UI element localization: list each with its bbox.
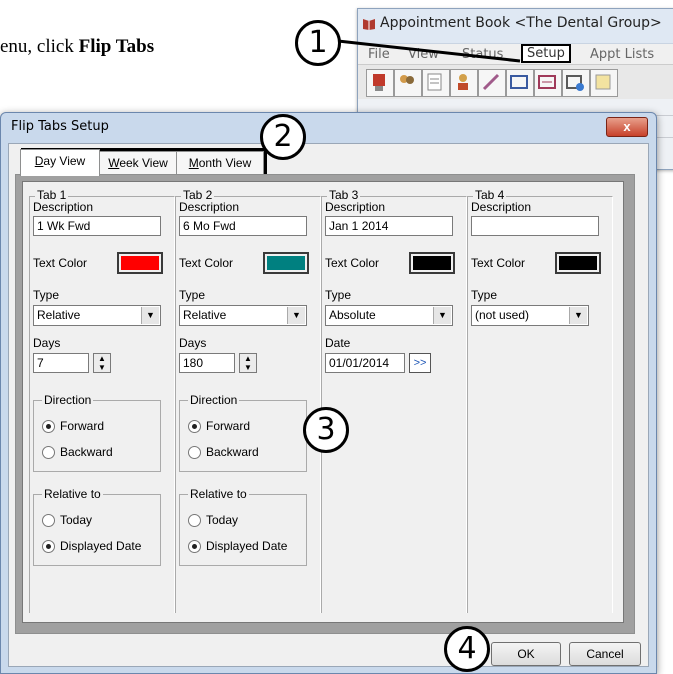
description-label: Description	[179, 200, 240, 214]
text-color-label: Text Color	[325, 256, 380, 270]
tab-1-displayed-date-radio[interactable]: Displayed Date	[42, 539, 141, 553]
callout-4: 4	[444, 626, 490, 672]
type-label: Type	[33, 288, 60, 302]
text-color-label: Text Color	[33, 256, 88, 270]
tab-1-text-color-swatch[interactable]	[117, 252, 163, 274]
flip-tabs-setup-dialog: Flip Tabs Setup x Day View Week View Mon…	[0, 112, 657, 674]
tab-3-text-color-swatch[interactable]	[409, 252, 455, 274]
text-color-label: Text Color	[179, 256, 234, 270]
app-title: Appointment Book <The Dental Group>	[380, 15, 662, 31]
type-label: Type	[325, 288, 352, 302]
direction-group: Direction Forward Backward	[33, 393, 161, 472]
direction-legend: Direction	[42, 393, 94, 407]
direction-legend: Direction	[188, 393, 240, 407]
tab-3-date-input[interactable]: 01/01/2014	[325, 353, 405, 373]
days-label: Days	[179, 336, 207, 350]
type-label: Type	[471, 288, 498, 302]
tab-3-description-input[interactable]: Jan 1 2014	[325, 216, 453, 236]
tab-1-description-input[interactable]: 1 Wk Fwd	[33, 216, 161, 236]
book-icon	[363, 19, 375, 30]
tab-3-column: Tab 3 Description Jan 1 2014 Text Color …	[321, 188, 467, 614]
tab-1-backward-radio[interactable]: Backward	[42, 445, 113, 459]
date-label: Date	[325, 336, 351, 350]
chevron-down-icon: ▼	[569, 307, 587, 324]
refresh-icon[interactable]	[562, 69, 590, 97]
callout-1-connector	[337, 39, 521, 63]
tab-1-days-input[interactable]: 7	[33, 353, 89, 373]
callout-1: 1	[295, 20, 341, 66]
description-label: Description	[325, 200, 386, 214]
date-picker-button[interactable]: >>	[409, 353, 431, 373]
tab-2-forward-radio[interactable]: Forward	[188, 419, 250, 433]
tab-3-type-select[interactable]: Absolute ▼	[325, 305, 453, 326]
tab-1-days-spinner[interactable]: ▲ ▼	[93, 353, 111, 373]
tab-2-days-spinner[interactable]: ▲ ▼	[239, 353, 257, 373]
direction-group: Direction Forward Backward	[179, 393, 307, 472]
tab-2-displayed-date-radio[interactable]: Displayed Date	[188, 539, 287, 553]
tab-4-text-color-swatch[interactable]	[555, 252, 601, 274]
callout-3: 3	[303, 407, 349, 453]
calendar-icon[interactable]	[590, 69, 618, 97]
description-label: Description	[33, 200, 94, 214]
tab-2-description-input[interactable]: 6 Mo Fwd	[179, 216, 307, 236]
chevron-down-icon: ▼	[141, 307, 159, 324]
tab-1-type-select[interactable]: Relative ▼	[33, 305, 161, 326]
callout-2: 2	[260, 114, 306, 160]
ok-button[interactable]: OK	[491, 642, 561, 666]
instruction-text: enu, click Flip Tabs	[0, 36, 155, 57]
description-label: Description	[471, 200, 532, 214]
cancel-button[interactable]: Cancel	[569, 642, 641, 666]
form-icon[interactable]	[534, 69, 562, 97]
relative-to-group: Relative to Today Displayed Date	[33, 487, 161, 566]
dialog-client-area: Day View Week View Month View Tab 1 Desc…	[8, 143, 649, 667]
tab-2-type-select[interactable]: Relative ▼	[179, 305, 307, 326]
tab-2-column: Tab 2 Description 6 Mo Fwd Text Color Ty…	[175, 188, 321, 614]
tab-1-today-radio[interactable]: Today	[42, 513, 92, 527]
chevron-down-icon: ▼	[433, 307, 451, 324]
chevron-down-icon: ▼	[287, 307, 305, 324]
tab-2-backward-radio[interactable]: Backward	[188, 445, 259, 459]
menu-appt-lists[interactable]: Appt Lists	[590, 47, 654, 62]
close-button[interactable]: x	[606, 117, 648, 137]
tab-4-type-select[interactable]: (not used) ▼	[471, 305, 589, 326]
close-icon: x	[623, 119, 631, 134]
flip-tabs-columns: Tab 1 Description 1 Wk Fwd Text Color Ty…	[22, 181, 624, 623]
relative-to-legend: Relative to	[188, 487, 249, 501]
tab-1-column: Tab 1 Description 1 Wk Fwd Text Color Ty…	[29, 188, 175, 614]
days-label: Days	[33, 336, 61, 350]
relative-to-legend: Relative to	[42, 487, 103, 501]
tab-2-today-radio[interactable]: Today	[188, 513, 238, 527]
day-view-panel: Tab 1 Description 1 Wk Fwd Text Color Ty…	[15, 174, 635, 634]
text-color-label: Text Color	[471, 256, 526, 270]
relative-to-group: Relative to Today Displayed Date	[179, 487, 307, 566]
type-label: Type	[179, 288, 206, 302]
tab-day-view[interactable]: Day View	[20, 149, 100, 176]
tab-1-forward-radio[interactable]: Forward	[42, 419, 104, 433]
tab-2-days-input[interactable]: 180	[179, 353, 235, 373]
tab-4-column: Tab 4 Description Text Color Type (not u…	[467, 188, 613, 614]
tab-4-description-input[interactable]	[471, 216, 599, 236]
tab-2-text-color-swatch[interactable]	[263, 252, 309, 274]
dialog-title: Flip Tabs Setup	[11, 119, 109, 134]
